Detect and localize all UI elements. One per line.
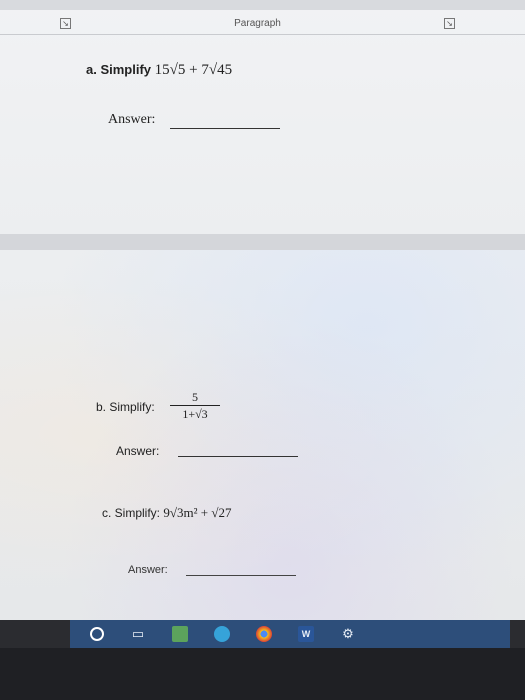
paragraph-dialog-launcher-icon[interactable]: ↘	[443, 17, 455, 29]
question-c-expression: 9√3m² + √27	[163, 505, 232, 520]
ribbon-divider	[0, 34, 525, 35]
question-a-answer-blank[interactable]	[170, 128, 280, 129]
question-a: a. Simplify 15√5 + 7√45	[86, 62, 232, 79]
fraction-denominator: 1+√3	[182, 407, 208, 421]
chrome-icon[interactable]	[256, 626, 272, 642]
question-b-answer-blank[interactable]	[178, 456, 298, 457]
question-a-answer-label: Answer:	[108, 112, 156, 127]
file-explorer-icon[interactable]	[172, 626, 188, 642]
ribbon-groups: ↘ Paragraph ↘	[60, 12, 455, 34]
question-c-answer-label: Answer:	[128, 564, 168, 576]
edge-browser-icon[interactable]	[214, 626, 230, 642]
question-b-fraction: 5 1+√3	[170, 390, 220, 421]
cortana-circle-icon[interactable]	[90, 627, 104, 641]
question-c-label: c. Simplify:	[102, 506, 161, 520]
question-c-answer-blank[interactable]	[186, 575, 296, 576]
screen-glare	[0, 250, 525, 620]
word-icon[interactable]: W	[298, 626, 314, 642]
task-view-icon[interactable]: ▭	[130, 626, 146, 642]
page-break	[0, 234, 525, 250]
question-b-label: b. Simplify:	[96, 400, 155, 414]
fraction-bar	[170, 405, 220, 406]
word-document-window: ↘ Paragraph ↘ a. Simplify 15√5 + 7√45 An…	[0, 0, 525, 620]
question-a-label: a. Simplify	[86, 62, 152, 77]
question-c: c. Simplify: 9√3m² + √27	[102, 505, 231, 521]
settings-gear-icon[interactable]: ⚙	[340, 626, 356, 642]
ribbon-top-strip	[0, 0, 525, 10]
question-b-answer-label: Answer:	[116, 444, 160, 458]
ribbon-group-paragraph-label: Paragraph	[234, 17, 281, 29]
monitor-bezel	[0, 648, 525, 700]
windows-taskbar: ▭ W ⚙	[70, 620, 510, 648]
fraction-numerator: 5	[192, 390, 198, 404]
question-a-expression: 15√5 + 7√45	[154, 62, 233, 78]
font-dialog-launcher-icon[interactable]: ↘	[60, 17, 71, 29]
